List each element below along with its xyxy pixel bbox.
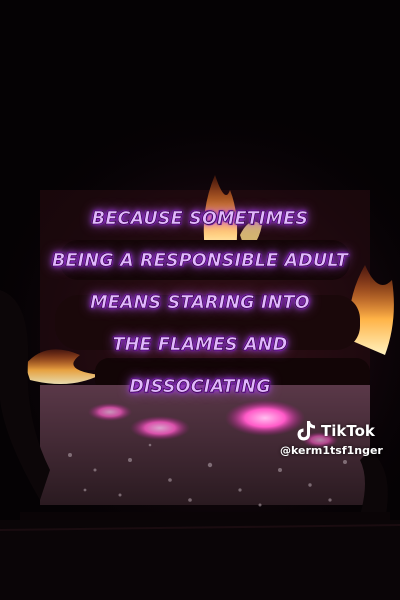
tiktok-brand-row: TikTok — [280, 420, 400, 442]
hearth-floor — [0, 520, 400, 600]
caption-line-2: BEING A RESPONSIBLE ADULT — [51, 251, 349, 272]
grate-bar — [20, 512, 390, 520]
caption-line-1: BECAUSE SOMETIMES — [91, 209, 309, 230]
caption-line-3: MEANS STARING INTO — [90, 293, 310, 314]
caption-text: BECAUSE SOMETIMES BEING A RESPONSIBLE AD… — [0, 198, 400, 408]
caption-line-5: DISSOCIATING — [129, 377, 271, 398]
tiktok-brand-label: TikTok — [321, 422, 375, 440]
caption-line-4: THE FLAMES AND — [112, 335, 288, 356]
tiktok-watermark: TikTok @kerm1tsf1nger — [280, 420, 400, 457]
tiktok-logo-icon — [296, 420, 316, 442]
ember-glow-2 — [130, 416, 190, 440]
creator-handle: @kerm1tsf1nger — [280, 444, 383, 457]
